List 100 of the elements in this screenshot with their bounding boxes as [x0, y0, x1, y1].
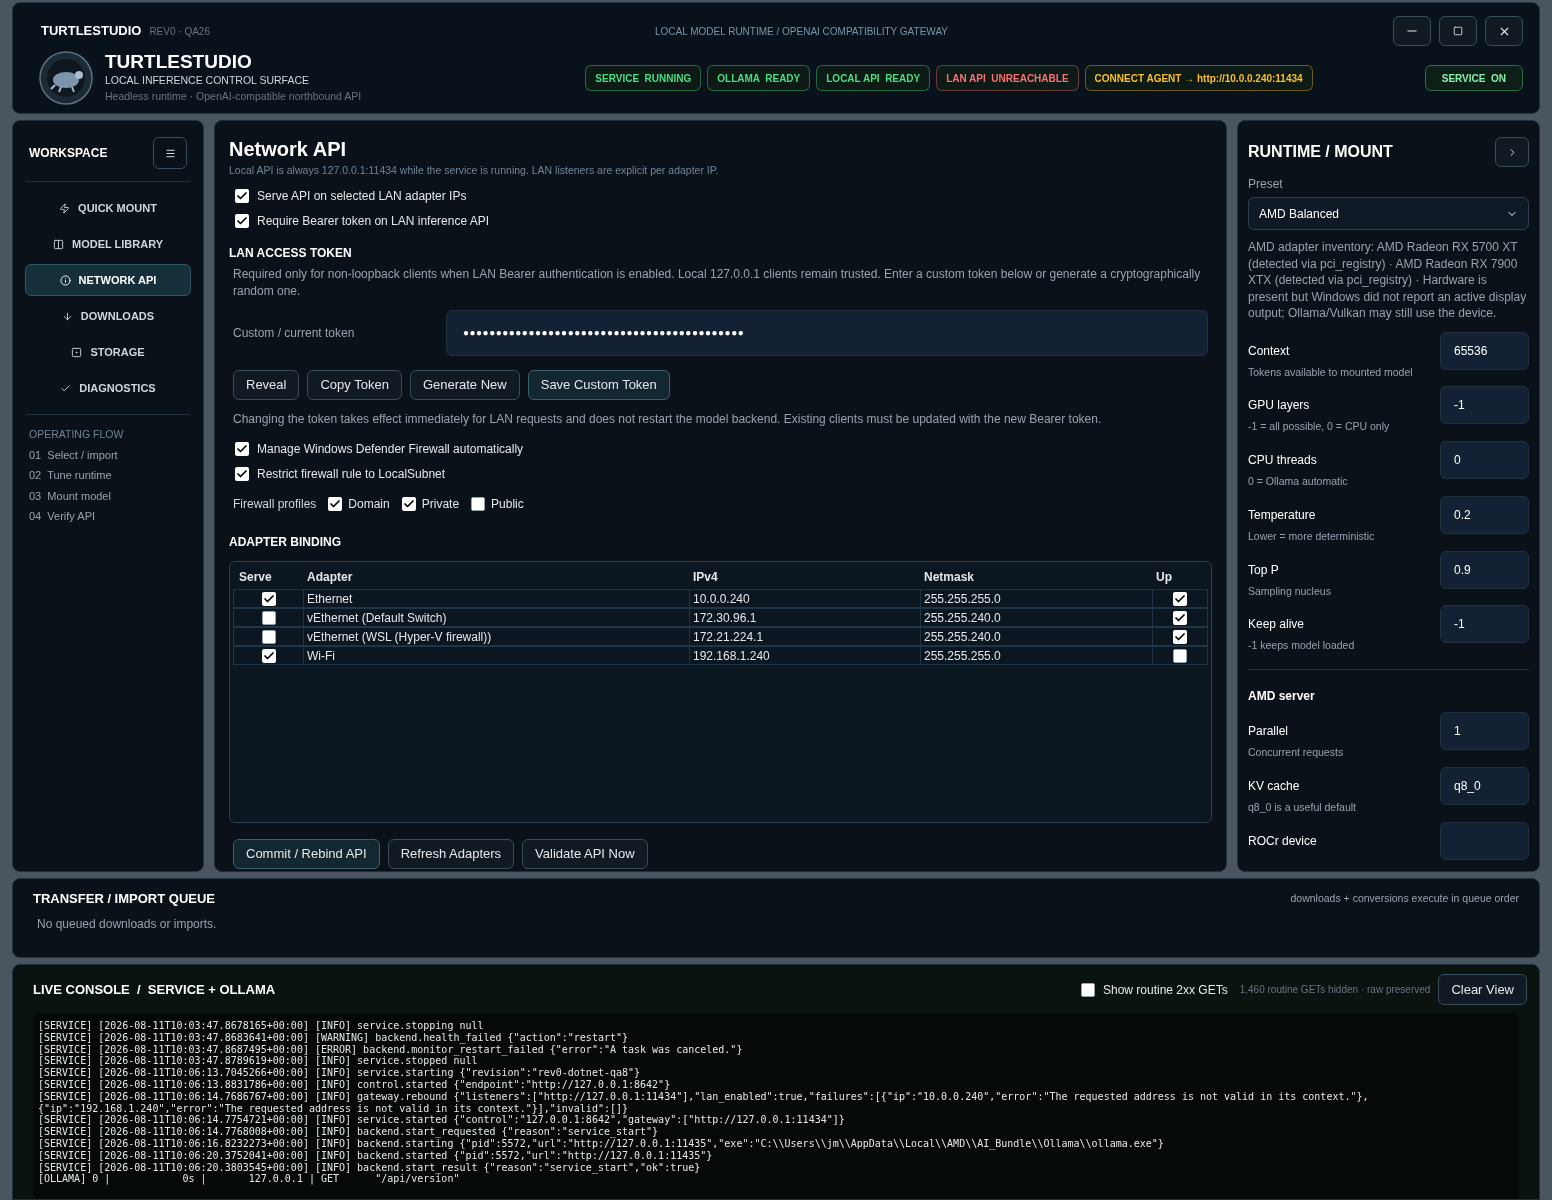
number-field[interactable]: q8_0	[1440, 766, 1529, 805]
number-field[interactable]	[1440, 821, 1529, 860]
field-hint: q8_0 is a useful default	[1248, 799, 1357, 815]
checkbox-label: Private	[421, 495, 460, 513]
serve-checkbox[interactable]	[261, 591, 276, 606]
nav-item[interactable]: STORAGE	[25, 336, 191, 368]
turtle-logo-icon	[39, 51, 93, 105]
up-checkbox[interactable]	[1173, 648, 1187, 663]
token-button[interactable]: Generate New	[409, 369, 520, 400]
token-field[interactable]: ●●●●●●●●●●●●●●●●●●●●●●●●●●●●●●●●●●●●●●●●●●●	[446, 309, 1208, 356]
check-icon	[60, 382, 72, 394]
up-checkbox[interactable]	[1173, 629, 1187, 644]
section-heading: LAN ACCESS TOKEN	[229, 244, 353, 262]
serve-checkbox[interactable]	[261, 648, 276, 663]
status-badge: LAN API UNREACHABLE	[936, 65, 1079, 91]
serve-checkbox[interactable]	[261, 629, 276, 644]
log-line: [SERVICE] [2026-08-11T10:06:20.3752041+00:00] [INFO] backend.started {"pid":5572,"url":"http://127.0.0.1:11435"}	[38, 1149, 713, 1162]
service-toggle[interactable]: SERVICE ON	[1424, 65, 1523, 91]
profiles-label: Firewall profiles	[233, 495, 317, 513]
up-checkbox[interactable]	[1173, 591, 1187, 606]
nav-item[interactable]: NETWORK API	[25, 264, 191, 296]
field-label: CPU threads	[1248, 452, 1317, 469]
bolt-icon	[59, 202, 71, 214]
panel-title: Network API	[229, 137, 348, 161]
table-cell: 255.255.240.0	[921, 608, 1153, 627]
serve-checkbox[interactable]	[261, 610, 276, 625]
number-field[interactable]: 65536	[1440, 331, 1529, 370]
status-badge: OLLAMA READY	[707, 65, 811, 91]
checkbox-label: Manage Windows Defender Firewall automatically	[257, 440, 524, 458]
column-header: Up	[1155, 568, 1173, 586]
token-button[interactable]: Copy Token	[307, 369, 402, 400]
action-button[interactable]: Validate API Now	[522, 838, 648, 869]
log-line: [SERVICE] [2026-08-11T10:06:16.8232273+00:00] [INFO] backend.starting {"pid":5572,"url":"http://127.0.0.1:11435","exe":"C:\\Users\\jm\\AppData\\Local\\AMD\\AI_Bundle\\Ollama\\ollama.exe"}	[38, 1137, 1165, 1150]
column-header: IPv4	[692, 568, 719, 586]
status-badge: CONNECT AGENT → http://10.0.0.240:11434	[1084, 65, 1313, 91]
checkbox[interactable]	[1080, 982, 1095, 997]
info-icon	[59, 274, 71, 286]
revision-label: REV0 · QA26	[149, 24, 210, 39]
token-button[interactable]: Save Custom Token	[527, 369, 670, 400]
number-field[interactable]: -1	[1440, 605, 1529, 644]
preset-dropdown[interactable]: AMD Balanced	[1248, 197, 1529, 230]
log-line: [SERVICE] [2026-08-11T10:03:47.8678165+00:00] [INFO] service.stopping null	[38, 1020, 485, 1032]
flow-step: 02 Tune runtime	[29, 467, 187, 484]
checkbox[interactable]	[328, 496, 343, 511]
square-icon	[71, 346, 83, 358]
brand-description: Headless runtime · OpenAI-compatible northbound API	[105, 89, 362, 104]
number-field[interactable]: 0.2	[1440, 495, 1529, 534]
field-hint: Sampling nucleus	[1248, 583, 1332, 599]
checkbox[interactable]	[471, 496, 486, 511]
field-label: ROCr device	[1248, 832, 1317, 850]
columns-icon	[52, 238, 64, 250]
clear-view-button[interactable]: Clear View	[1438, 974, 1527, 1005]
field-hint: Tokens available to mounted model	[1248, 364, 1414, 380]
checkbox[interactable]	[401, 496, 416, 511]
log-line: [SERVICE] [2026-08-11T10:06:14.7754721+00:00] [INFO] service.started {"control":"127.0.0.1:8642","gateway":["http://127.0.0.1:11434"]}	[38, 1114, 846, 1127]
menu-button[interactable]	[153, 137, 187, 169]
panel-title: TRANSFER / IMPORT QUEUE	[33, 890, 215, 908]
action-button[interactable]: Refresh Adapters	[387, 838, 515, 869]
maximize-button[interactable]	[1439, 16, 1477, 46]
sidebar-title: WORKSPACE	[29, 145, 108, 162]
token-button[interactable]: Reveal	[233, 369, 300, 400]
number-field[interactable]: 0.9	[1440, 550, 1529, 589]
token-info: Changing the token takes effect immediately for LAN requests and does not restart the model backend. Existing clients must be updated with the new Bearer token.	[232, 410, 1103, 428]
checkbox-label: Public	[491, 495, 524, 513]
nav-item[interactable]: DIAGNOSTICS	[25, 372, 191, 404]
up-checkbox[interactable]	[1173, 610, 1187, 625]
nav-item[interactable]: DOWNLOADS	[25, 300, 191, 332]
field-label: Parallel	[1248, 723, 1289, 740]
column-header: Netmask	[923, 568, 976, 586]
table-cell: Wi-Fi	[304, 646, 690, 665]
checkbox[interactable]	[235, 441, 249, 456]
field-label: Keep alive	[1248, 616, 1305, 634]
close-button[interactable]	[1485, 16, 1523, 46]
checkbox[interactable]	[235, 213, 249, 228]
column-header: Serve	[238, 568, 273, 586]
action-button[interactable]: Commit / Rebind API	[233, 838, 380, 869]
table-cell: 255.255.240.0	[921, 627, 1153, 646]
checkbox-label: Serve API on selected LAN adapter IPs	[257, 187, 467, 205]
empty-message: No queued downloads or imports.	[37, 915, 218, 933]
maximize-icon	[1453, 26, 1463, 36]
nav-item[interactable]: QUICK MOUNT	[25, 192, 191, 224]
checkbox[interactable]	[235, 466, 249, 481]
number-field[interactable]: 0	[1440, 441, 1529, 479]
brand-tagline: LOCAL INFERENCE CONTROL SURFACE	[105, 73, 310, 89]
table-cell: 255.255.255.0	[921, 589, 1153, 608]
checkbox[interactable]	[235, 188, 249, 203]
checkbox-label: Domain	[348, 495, 390, 513]
field-label: KV cache	[1248, 777, 1300, 795]
nav-item[interactable]: MODEL LIBRARY	[25, 228, 191, 260]
number-field[interactable]: -1	[1440, 386, 1529, 425]
flow-title: OPERATING FLOW	[29, 427, 125, 442]
inventory-note: AMD adapter inventory: AMD Radeon RX 5700 XT (detected via pci_registry) · AMD Radeon RX 7900 XTX (detected via pci_registry) · Hardware is present but Windows did not report an active display output; Ollama/Vulkan may still use the device.	[1248, 239, 1528, 322]
checkbox-label: Restrict firewall rule to LocalSubnet	[257, 465, 446, 483]
token-note: Required only for non-loopback clients when LAN Bearer authentication is enabled. Local 127.0.0.1 clients remain trusted. Enter a custom token below or generate a cryptographically random one.	[232, 265, 1202, 300]
number-field[interactable]: 1	[1440, 712, 1529, 750]
arrow-down-icon	[61, 310, 73, 322]
log-line: [SERVICE] [2026-08-11T10:06:14.7768008+00:00] [INFO] backend.start_requested {"reason":"service_start"}	[38, 1126, 660, 1138]
section-heading: AMD server	[1248, 689, 1315, 703]
window-subtitle: LOCAL MODEL RUNTIME / OPENAI COMPATIBILITY GATEWAY	[655, 24, 948, 39]
field-label: Top P	[1248, 561, 1279, 579]
